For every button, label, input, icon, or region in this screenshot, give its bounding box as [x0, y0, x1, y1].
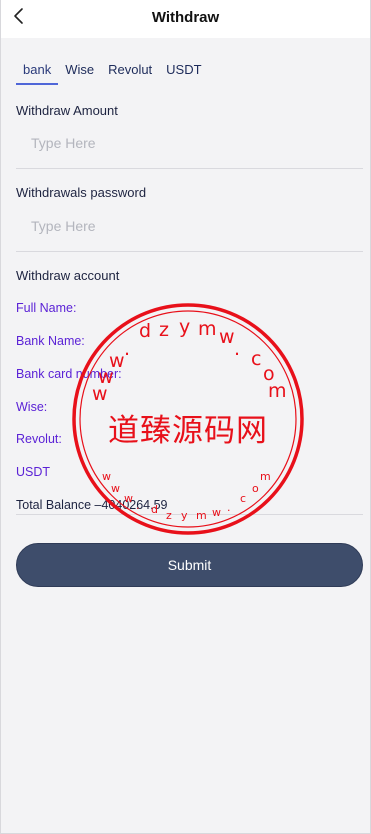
svg-text:w: w — [111, 482, 120, 495]
divider — [16, 251, 363, 252]
withdrawals-password-input[interactable] — [16, 210, 363, 242]
svg-text:道臻源码网: 道臻源码网 — [108, 413, 268, 449]
svg-text:w: w — [212, 506, 221, 519]
usdt-field: USDT — [16, 465, 51, 479]
svg-text:w: w — [109, 350, 125, 372]
withdraw-amount-label: Withdraw Amount — [16, 103, 118, 118]
svg-text:.: . — [227, 501, 231, 514]
full-name-field: Full Name: — [16, 301, 77, 315]
withdrawals-password-label: Withdrawals password — [16, 185, 147, 200]
tab-revolut[interactable]: Revolut — [101, 61, 159, 85]
svg-text:c: c — [251, 348, 261, 370]
svg-text:z: z — [166, 509, 172, 522]
page-title: Withdraw — [151, 9, 220, 26]
svg-text:.: . — [124, 338, 130, 360]
svg-text:m: m — [196, 509, 207, 522]
svg-text:c: c — [240, 492, 246, 505]
svg-text:y: y — [179, 316, 190, 338]
svg-text:w: w — [102, 470, 111, 483]
revolut-field: Revolut: — [16, 432, 62, 446]
svg-text:w: w — [124, 492, 133, 505]
svg-text:.: . — [234, 338, 240, 360]
svg-text:o: o — [252, 482, 259, 495]
tab-bank[interactable]: bank — [16, 61, 59, 85]
svg-text:y: y — [181, 509, 188, 522]
wise-field: Wise: — [16, 400, 48, 414]
withdraw-method-tabs: bank Wise Revolut USDT — [16, 61, 209, 87]
svg-text:m: m — [198, 318, 217, 340]
withdraw-amount-input[interactable] — [16, 127, 363, 159]
svg-text:d: d — [151, 503, 158, 516]
withdraw-account-label: Withdraw account — [16, 268, 120, 283]
svg-text:.: . — [136, 499, 140, 512]
svg-text:z: z — [159, 319, 169, 341]
svg-text:w: w — [219, 326, 235, 348]
divider — [16, 168, 363, 169]
svg-text:d: d — [139, 320, 151, 342]
submit-button[interactable]: Submit — [16, 543, 363, 587]
svg-text:m: m — [260, 470, 271, 483]
tab-wise[interactable]: Wise — [58, 61, 101, 85]
header-bar: Withdraw — [1, 0, 370, 38]
svg-text:m: m — [268, 380, 287, 402]
app-screen: Withdraw bank Wise Revolut USDT Withdraw… — [0, 0, 371, 834]
watermark-stamp: 道臻源码网 w w w . d z y m w . c o m w w w . … — [72, 303, 304, 535]
tab-usdt[interactable]: USDT — [159, 61, 208, 85]
